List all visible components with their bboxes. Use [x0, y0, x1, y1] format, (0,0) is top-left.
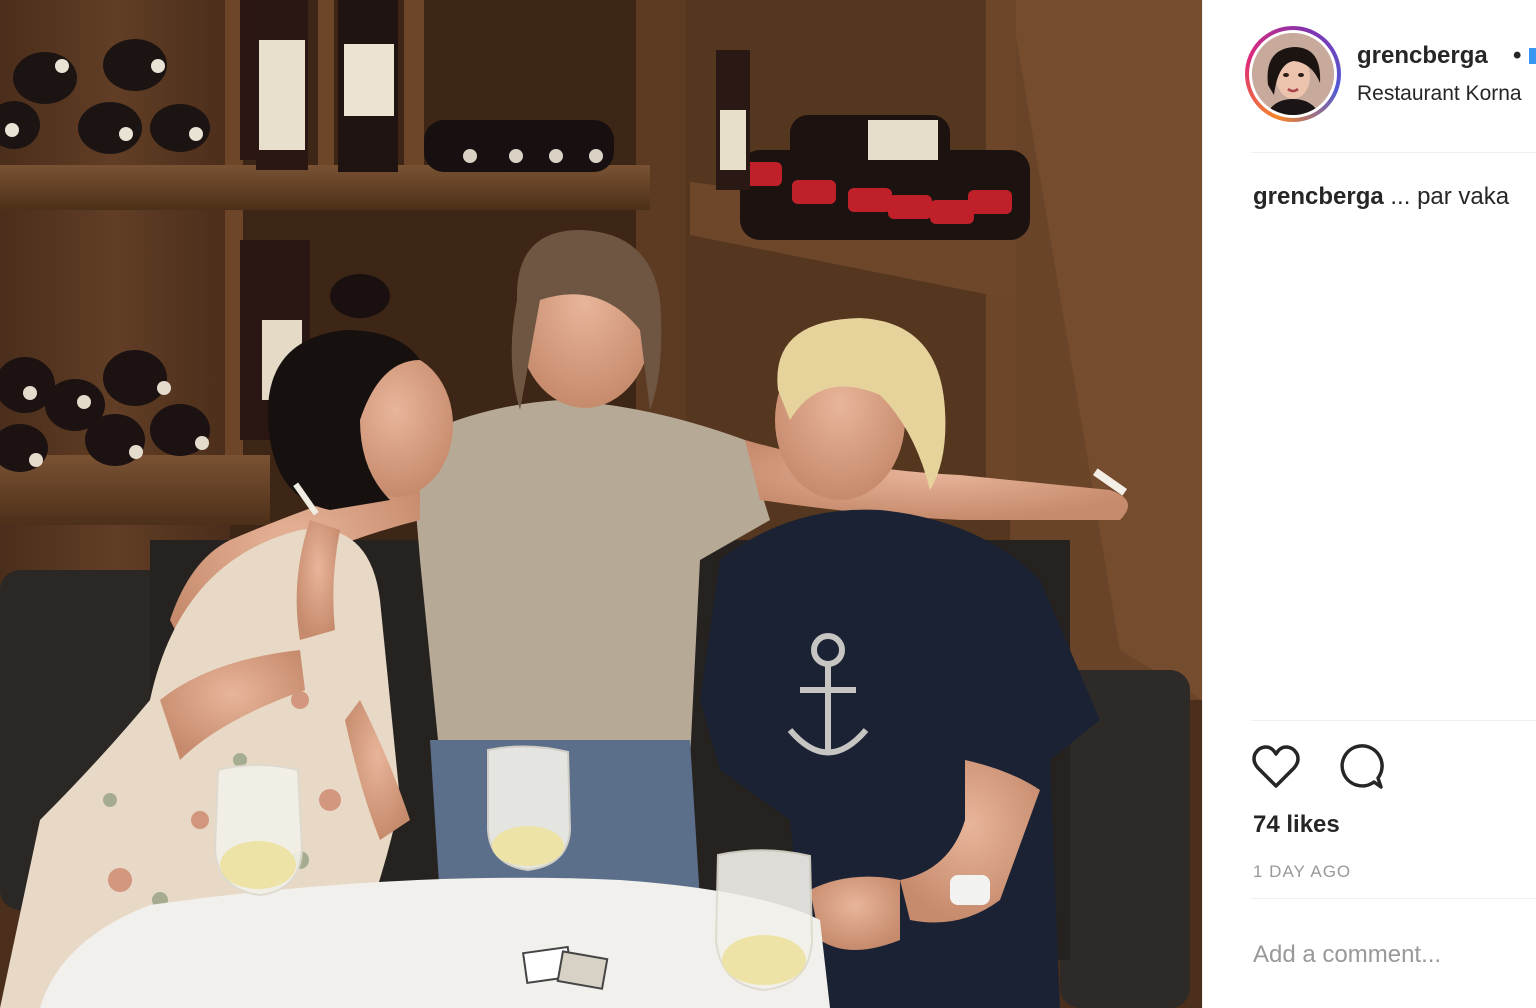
post-caption: grencberga ... par vaka — [1253, 183, 1509, 211]
heart-icon[interactable] — [1251, 742, 1301, 792]
follow-button[interactable] — [1529, 48, 1536, 64]
story-ring[interactable] — [1245, 26, 1341, 122]
location-link[interactable]: Restaurant Korna — [1357, 82, 1522, 106]
comment-divider — [1251, 898, 1536, 899]
comment-input[interactable] — [1253, 932, 1533, 978]
post-photo[interactable] — [0, 0, 1202, 1008]
likes-count[interactable]: 74 likes — [1253, 811, 1340, 839]
post-timestamp[interactable]: 1 DAY AGO — [1253, 862, 1351, 882]
post-actions — [1251, 742, 1451, 792]
avatar-image — [1252, 33, 1334, 115]
header-divider — [1251, 152, 1536, 153]
comment-bubble-icon[interactable] — [1335, 742, 1385, 792]
separator-dot: • — [1513, 42, 1522, 69]
actions-divider — [1251, 720, 1536, 721]
caption-username-link[interactable]: grencberga — [1253, 183, 1384, 210]
username-link[interactable]: grencberga — [1357, 42, 1488, 70]
caption-text: ... par vaka — [1390, 183, 1510, 210]
instagram-post-view: grencberga • Restaurant Korna grencberga… — [0, 0, 1536, 1008]
photo-illustration — [0, 0, 1202, 1008]
post-header: grencberga • Restaurant Korna — [1203, 0, 1536, 152]
avatar[interactable] — [1252, 33, 1334, 115]
post-side-panel: grencberga • Restaurant Korna grencberga… — [1202, 0, 1536, 1008]
